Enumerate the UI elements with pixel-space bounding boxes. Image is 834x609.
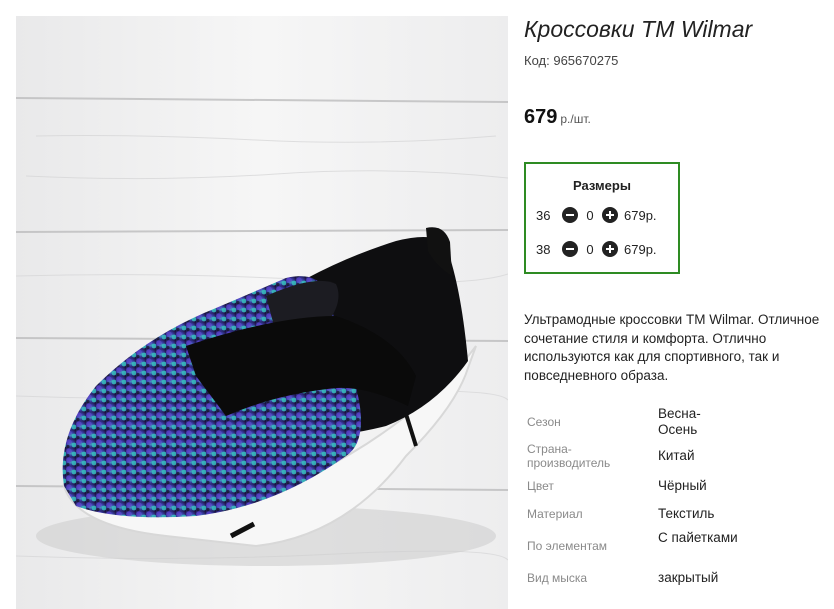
spec-label-color: Цвет	[527, 479, 554, 493]
plus-circle-icon[interactable]	[602, 207, 618, 223]
spec-value-toe: закрытый	[658, 570, 719, 585]
size-quantity[interactable]: 0	[578, 208, 602, 223]
sizes-title: Размеры	[573, 178, 631, 193]
spec-value-material: Текстиль	[658, 506, 715, 521]
spec-value-country: Китай	[658, 448, 695, 463]
size-price: 679р.	[624, 241, 657, 257]
product-code: Код: 965670275	[524, 53, 618, 68]
size-label: 36	[536, 207, 551, 223]
price-unit: р./шт.	[560, 112, 591, 126]
spec-label-toe: Вид мыска	[527, 571, 588, 585]
product-price: 679 р./шт.	[524, 106, 591, 129]
spec-label-elements: По элементам	[527, 539, 608, 553]
minus-circle-icon[interactable]	[562, 241, 578, 257]
size-price: 679р.	[624, 207, 657, 223]
size-row: 38 0 679р.	[536, 239, 657, 259]
product-code-value: 965670275	[553, 53, 619, 68]
spec-value-elements: С пайетками	[658, 530, 738, 545]
size-quantity[interactable]: 0	[578, 242, 602, 257]
minus-circle-icon[interactable]	[562, 207, 578, 223]
product-title: Кроссовки ТМ Wilmar	[524, 16, 753, 42]
product-image-graphic	[16, 16, 508, 609]
product-code-label: Код:	[524, 53, 550, 68]
spec-value-season: Весна-Осень	[658, 406, 701, 437]
size-label: 38	[536, 241, 551, 257]
sizes-selector: Размеры 36 0 679р. 38 0 679р.	[524, 162, 680, 274]
spec-value-color: Чёрный	[658, 478, 707, 493]
product-image[interactable]	[16, 16, 508, 609]
spec-label-season: Сезон	[527, 415, 561, 429]
price-value: 679	[524, 106, 558, 128]
plus-circle-icon[interactable]	[602, 241, 618, 257]
spec-label-material: Материал	[527, 507, 583, 521]
spec-label-country: Страна-производитель	[527, 442, 611, 470]
product-description: Ультрамодные кроссовки ТМ Wilmar. Отличн…	[524, 312, 820, 383]
size-row: 36 0 679р.	[536, 205, 657, 225]
